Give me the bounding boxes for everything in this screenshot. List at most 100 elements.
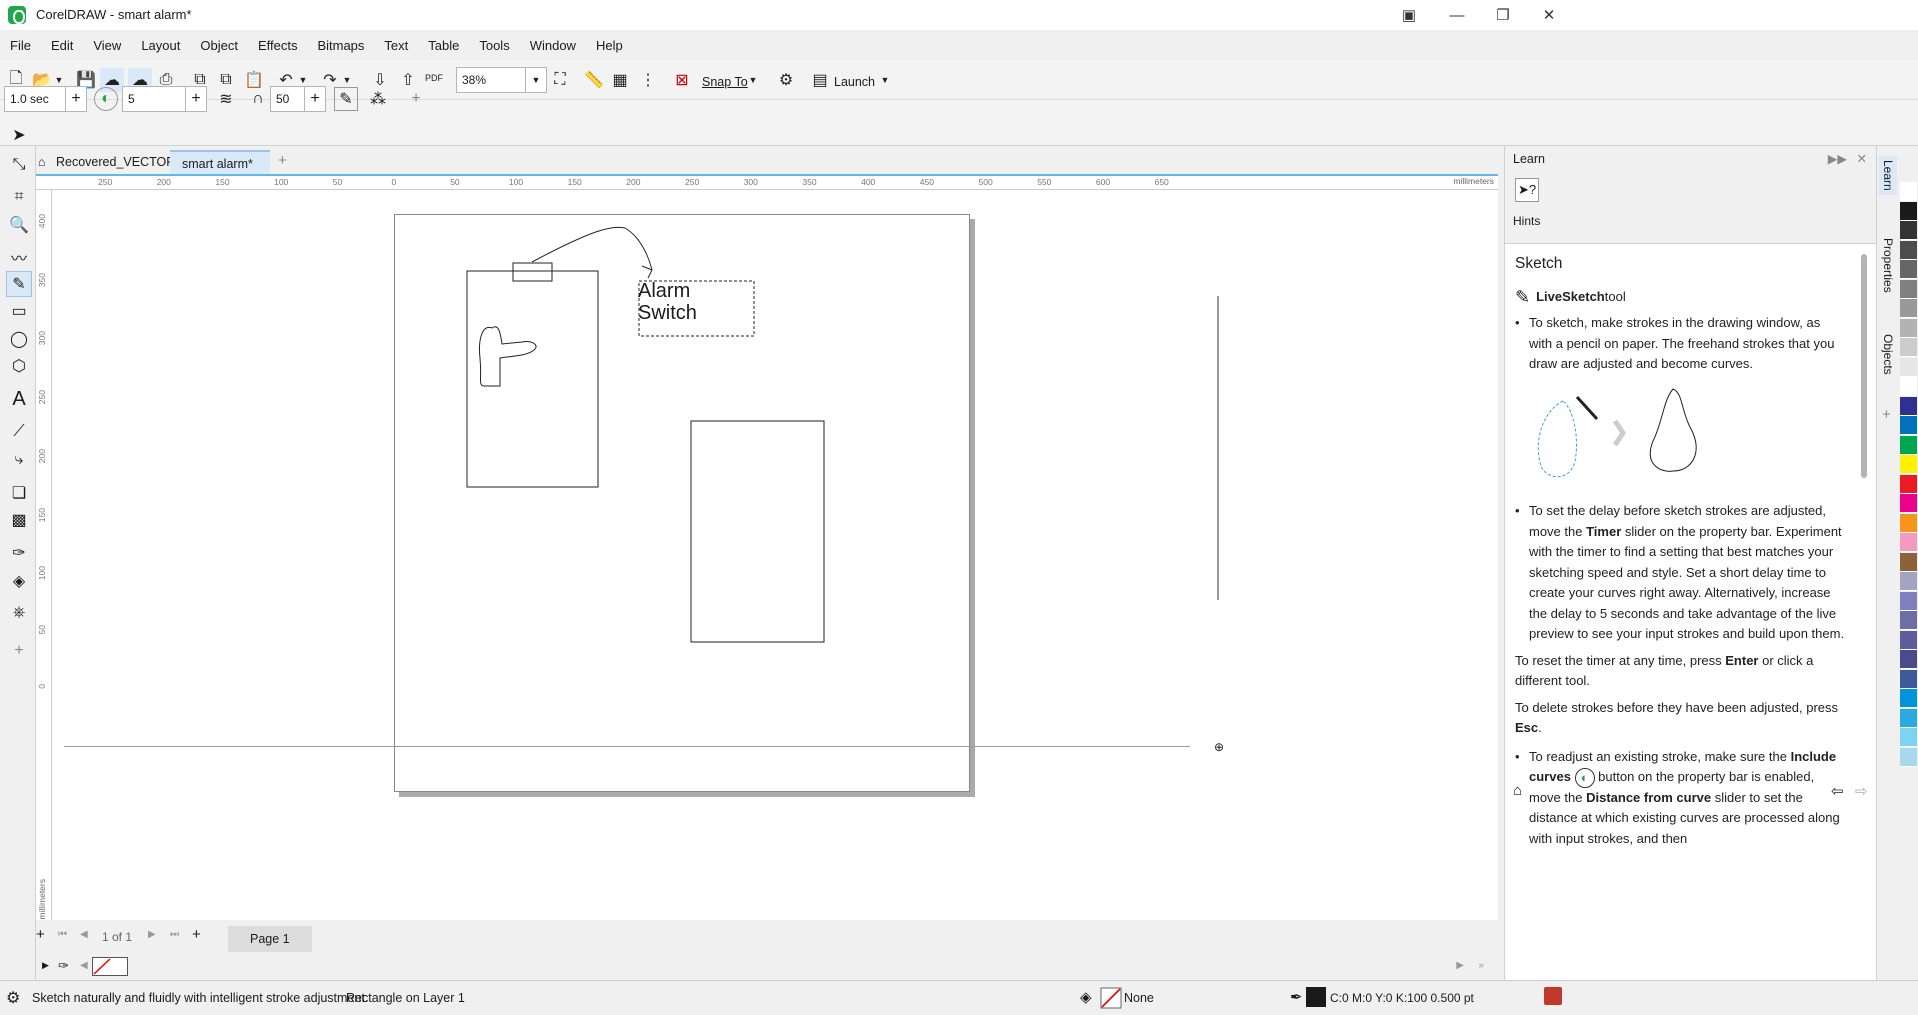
- fill-indicator-icon[interactable]: ◈: [1080, 988, 1092, 1006]
- menu-tools[interactable]: Tools: [469, 38, 519, 53]
- hints-icon[interactable]: ➤?: [1515, 178, 1539, 202]
- color-swatch[interactable]: [1900, 591, 1917, 611]
- tab-smart-alarm[interactable]: smart alarm*: [170, 150, 270, 174]
- color-swatch[interactable]: [1900, 474, 1917, 494]
- color-swatch[interactable]: [1900, 630, 1917, 650]
- color-swatch[interactable]: [1900, 728, 1917, 747]
- color-swatch[interactable]: [1900, 533, 1917, 552]
- door-handle-sketch[interactable]: [479, 326, 537, 387]
- color-swatch[interactable]: [1900, 357, 1917, 377]
- palette-left-arrow-icon[interactable]: ◀: [80, 960, 88, 971]
- menu-view[interactable]: View: [83, 38, 131, 53]
- color-swatch[interactable]: [1900, 650, 1917, 669]
- learn-back-icon[interactable]: ⇦: [1831, 782, 1844, 800]
- add-docker-icon[interactable]: +: [1882, 406, 1891, 423]
- learn-forward-icon[interactable]: ⇨: [1855, 782, 1868, 800]
- freehand-tool-icon[interactable]: 〰: [6, 244, 32, 270]
- wire-curve[interactable]: [531, 226, 653, 279]
- palette-right-arrow-icon[interactable]: ▶: [1456, 960, 1464, 971]
- color-swatch[interactable]: [1900, 435, 1917, 455]
- snap-dropdown-icon[interactable]: ▼: [746, 68, 760, 92]
- palette-end-arrow-icon[interactable]: »: [1478, 960, 1484, 971]
- color-swatch[interactable]: [1900, 240, 1917, 260]
- livesketch-tool-icon[interactable]: ✎: [6, 271, 32, 297]
- page-1-tab[interactable]: Page 1: [228, 926, 312, 952]
- polygon-tool-icon[interactable]: ⬡: [6, 353, 32, 379]
- restore-button[interactable]: ❐: [1480, 0, 1526, 30]
- include-curves-icon[interactable]: ◐: [94, 87, 118, 111]
- zoom-level-field[interactable]: 38%: [456, 67, 526, 93]
- color-swatch[interactable]: [1900, 494, 1917, 513]
- color-swatch[interactable]: [1900, 260, 1917, 279]
- color-proofing-icon[interactable]: [1544, 987, 1562, 1005]
- last-page-icon[interactable]: ⏭: [170, 929, 179, 940]
- status-gear-icon[interactable]: ⚙: [6, 988, 20, 1008]
- full-screen-preview-icon[interactable]: ⛶: [548, 68, 572, 92]
- color-swatch[interactable]: [1900, 611, 1917, 630]
- menu-effects[interactable]: Effects: [248, 38, 308, 53]
- document-palette[interactable]: [92, 957, 128, 976]
- color-swatch[interactable]: [1900, 201, 1917, 221]
- minimize-button[interactable]: —: [1434, 0, 1480, 30]
- color-swatch[interactable]: [1900, 338, 1917, 357]
- color-swatch[interactable]: [1900, 572, 1917, 591]
- properties-docker-tab[interactable]: Properties: [1881, 238, 1895, 293]
- color-swatch[interactable]: [1900, 708, 1917, 728]
- color-swatch[interactable]: [1900, 377, 1917, 396]
- ellipse-tool-icon[interactable]: ◯: [6, 326, 32, 352]
- add-page-after-icon[interactable]: +: [192, 926, 201, 943]
- distance-curve-icon[interactable]: ∩: [246, 87, 270, 111]
- show-rulers-icon[interactable]: 📏: [582, 68, 606, 92]
- options-gear-icon[interactable]: ⚙: [774, 68, 798, 92]
- add-page-before-icon[interactable]: +: [36, 926, 45, 943]
- objects-docker-tab[interactable]: Objects: [1881, 334, 1895, 375]
- color-swatch[interactable]: [1900, 747, 1917, 767]
- color-swatch[interactable]: [1900, 318, 1917, 338]
- show-grid-icon[interactable]: ▦: [608, 68, 632, 92]
- color-swatch[interactable]: [1900, 513, 1917, 533]
- eyedropper-tool-icon[interactable]: ✑: [6, 540, 32, 566]
- sketch-preview-icon[interactable]: ✎: [334, 87, 358, 111]
- crop-tool-icon[interactable]: ⌗: [6, 184, 32, 210]
- smoothing-icon[interactable]: ≋: [214, 87, 238, 111]
- learn-home-icon[interactable]: ⌂: [1513, 782, 1522, 799]
- color-swatch[interactable]: [1900, 182, 1917, 201]
- learn-scrollbar[interactable]: [1861, 254, 1867, 478]
- color-swatch[interactable]: [1900, 669, 1917, 689]
- color-swatch[interactable]: [1900, 552, 1917, 572]
- menu-table[interactable]: Table: [418, 38, 469, 53]
- menu-text[interactable]: Text: [374, 38, 418, 53]
- no-color-swatch-icon[interactable]: [93, 958, 111, 975]
- menu-bitmaps[interactable]: Bitmaps: [307, 38, 374, 53]
- menu-edit[interactable]: Edit: [41, 38, 83, 53]
- horizontal-scrollbar[interactable]: [64, 746, 1190, 747]
- drawing-canvas[interactable]: Alarm Switch ⊕: [52, 190, 1498, 920]
- next-page-icon[interactable]: ▶: [148, 929, 156, 940]
- launch-button[interactable]: Launch: [834, 75, 875, 89]
- launch-dropdown-icon[interactable]: ▼: [878, 68, 892, 92]
- connector-tool-icon[interactable]: ⤷: [6, 447, 32, 473]
- door-rectangle[interactable]: [466, 270, 599, 488]
- outline-pen-icon[interactable]: ✒: [1290, 988, 1303, 1006]
- alarm-switch-text[interactable]: Alarm Switch: [638, 280, 697, 324]
- docker-expand-icon[interactable]: ▶▶: [1828, 151, 1847, 166]
- switch-rectangle[interactable]: [690, 420, 825, 643]
- pick-tool-icon[interactable]: ➤: [6, 122, 32, 148]
- color-swatch[interactable]: [1900, 455, 1917, 474]
- dimension-tool-icon[interactable]: ⟋: [6, 419, 32, 445]
- distance-increment-button[interactable]: +: [304, 86, 326, 112]
- interactive-fill-tool-icon[interactable]: ◈: [6, 568, 32, 594]
- expand-arrow-icon[interactable]: ▶: [42, 960, 49, 971]
- menu-layout[interactable]: Layout: [131, 38, 190, 53]
- text-tool-icon[interactable]: A: [6, 386, 32, 412]
- snap-off-icon[interactable]: ⊠: [670, 68, 694, 92]
- color-swatch[interactable]: [1900, 416, 1917, 435]
- launch-icon[interactable]: ▤: [808, 68, 832, 92]
- shape-tool-icon[interactable]: ⤡: [6, 152, 32, 178]
- menu-object[interactable]: Object: [190, 38, 248, 53]
- zoom-fit-icon[interactable]: ⊕: [1214, 740, 1224, 754]
- smart-fill-tool-icon[interactable]: ⎈: [6, 600, 32, 626]
- distance-field[interactable]: 50: [270, 86, 306, 112]
- color-swatch[interactable]: [1900, 279, 1917, 299]
- vertical-scrollbar[interactable]: [1217, 296, 1219, 600]
